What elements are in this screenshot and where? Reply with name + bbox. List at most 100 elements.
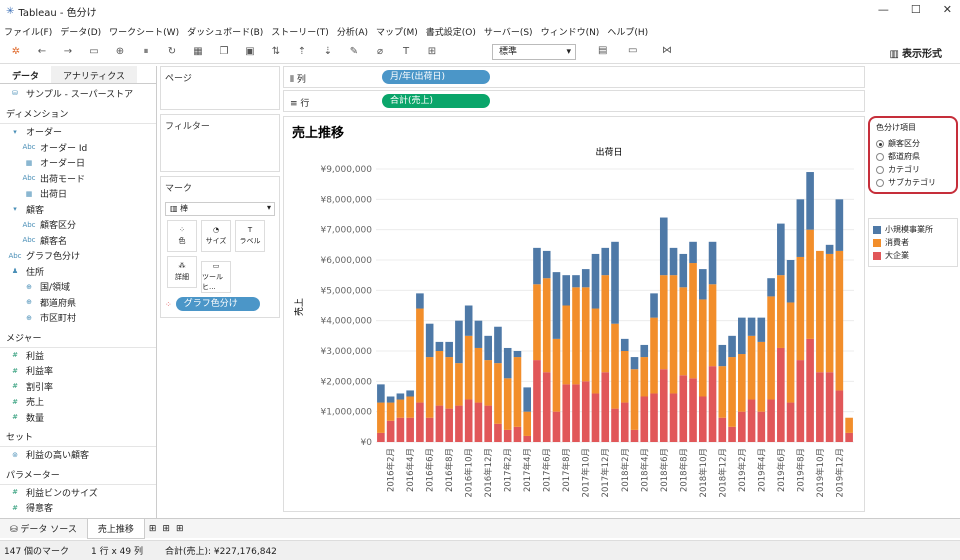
bar-segment[interactable] [621,403,629,442]
bar-segment[interactable] [738,354,746,412]
bar-segment[interactable] [387,397,395,403]
bar-segment[interactable] [826,254,834,372]
bar-segment[interactable] [553,412,561,442]
bar-segment[interactable] [455,363,463,405]
bar-segment[interactable] [562,275,570,305]
bar-segment[interactable] [484,360,492,406]
bar-segment[interactable] [494,424,502,442]
save-icon[interactable]: ▭ [86,46,102,57]
new-datasource-icon[interactable]: ⊕ [112,46,128,57]
bar-segment[interactable] [689,242,697,263]
dimension-item[interactable]: ▦オーダー日 [0,155,156,171]
bar-segment[interactable] [787,260,795,302]
bar-segment[interactable] [592,254,600,309]
bar-segment[interactable] [748,400,756,442]
bar-segment[interactable] [543,251,551,278]
bar-segment[interactable] [445,342,453,357]
bar-segment[interactable] [387,421,395,442]
legend-item[interactable]: 大企業 [873,249,953,262]
datasource-tab[interactable]: ⛁ データ ソース [0,519,87,538]
measure-item[interactable]: #利益 [0,348,156,364]
present-icon[interactable]: ▤ [598,45,607,56]
parameter-item[interactable]: #利益ビンのサイズ [0,485,156,501]
bar-segment[interactable] [758,342,766,412]
bar-segment[interactable] [670,275,678,393]
bar-segment[interactable] [582,287,590,381]
tooltip-button[interactable]: ▭ツールヒ... [201,261,231,293]
tab-analytics[interactable]: アナリティクス [51,66,137,83]
bar-segment[interactable] [845,433,853,442]
bar-segment[interactable] [445,409,453,442]
color-pill[interactable]: グラフ色分け [176,297,260,311]
bar-segment[interactable] [806,339,814,442]
size-button[interactable]: ◔サイズ [201,220,231,252]
bar-segment[interactable] [601,248,609,275]
clear-icon[interactable]: ▣ [242,46,258,57]
measure-item[interactable]: #売上 [0,394,156,410]
bar-segment[interactable] [445,357,453,409]
menu-item[interactable]: 分析(A) [337,25,368,38]
back-icon[interactable]: ← [34,46,50,57]
device-preview-icon[interactable]: ▭ [628,45,637,56]
new-sheet-icon[interactable]: ▦ [190,46,206,57]
sort-asc-icon[interactable]: ⇡ [294,46,310,57]
dimension-item[interactable]: Abc出荷モード [0,171,156,187]
bar-segment[interactable] [699,269,707,299]
detail-button[interactable]: ⁂詳細 [167,256,197,288]
bar-segment[interactable] [719,418,727,442]
bar-segment[interactable] [582,269,590,287]
bar-segment[interactable] [436,351,444,406]
legend-item[interactable]: 小規模事業所 [873,223,953,236]
bar-segment[interactable] [650,393,658,442]
bar-segment[interactable] [699,397,707,443]
bar-segment[interactable] [709,366,717,442]
bar-segment[interactable] [387,403,395,421]
bar-segment[interactable] [465,336,473,400]
columns-pill[interactable]: 月/年(出荷日) [382,70,490,84]
bar-segment[interactable] [592,309,600,394]
bar-segment[interactable] [689,378,697,442]
dimension-item[interactable]: Abc顧客区分 [0,217,156,233]
bar-segment[interactable] [455,406,463,442]
bar-segment[interactable] [543,278,551,372]
bar-segment[interactable] [777,275,785,348]
bar-segment[interactable] [836,390,844,442]
bar-segment[interactable] [523,387,531,411]
bar-segment[interactable] [494,363,502,424]
menu-item[interactable]: ファイル(F) [4,25,52,38]
filters-card[interactable]: フィルター [160,114,280,172]
bar-segment[interactable] [465,306,473,336]
dimension-item[interactable]: ▾オーダー [0,124,156,140]
set-item[interactable]: ⊚利益の高い顧客 [0,447,156,463]
menu-item[interactable]: サーバー(S) [484,25,533,38]
bar-segment[interactable] [748,318,756,336]
dimension-item[interactable]: ⊕市区町村 [0,310,156,326]
bar-segment[interactable] [787,403,795,442]
bar-segment[interactable] [533,360,541,442]
bar-segment[interactable] [650,318,658,394]
labels-icon[interactable]: T [398,46,414,57]
bar-segment[interactable] [621,339,629,351]
show-me-button[interactable]: ▥表示形式 [890,45,942,60]
bar-segment[interactable] [758,412,766,442]
bar-segment[interactable] [582,381,590,442]
close-button[interactable]: ✕ [943,3,952,16]
fix-axes-icon[interactable]: ⊞ [424,46,440,57]
bar-segment[interactable] [426,357,434,418]
color-button[interactable]: ⁘色 [167,220,197,252]
measure-item[interactable]: #割引率 [0,379,156,395]
bar-segment[interactable] [777,348,785,442]
menu-item[interactable]: ウィンドウ(N) [541,25,600,38]
sheet-tab[interactable]: 売上推移 [87,519,145,539]
bar-segment[interactable] [455,321,463,363]
dimension-item[interactable]: ▦出荷日 [0,186,156,202]
bar-segment[interactable] [397,400,405,418]
bar-segment[interactable] [592,393,600,442]
bar-segment[interactable] [826,372,834,442]
maximize-button[interactable]: ☐ [911,3,921,16]
bar-segment[interactable] [719,345,727,366]
bar-segment[interactable] [562,306,570,385]
bar-segment[interactable] [631,369,639,430]
dimension-item[interactable]: ⊕都道府県 [0,295,156,311]
bar-segment[interactable] [640,345,648,357]
